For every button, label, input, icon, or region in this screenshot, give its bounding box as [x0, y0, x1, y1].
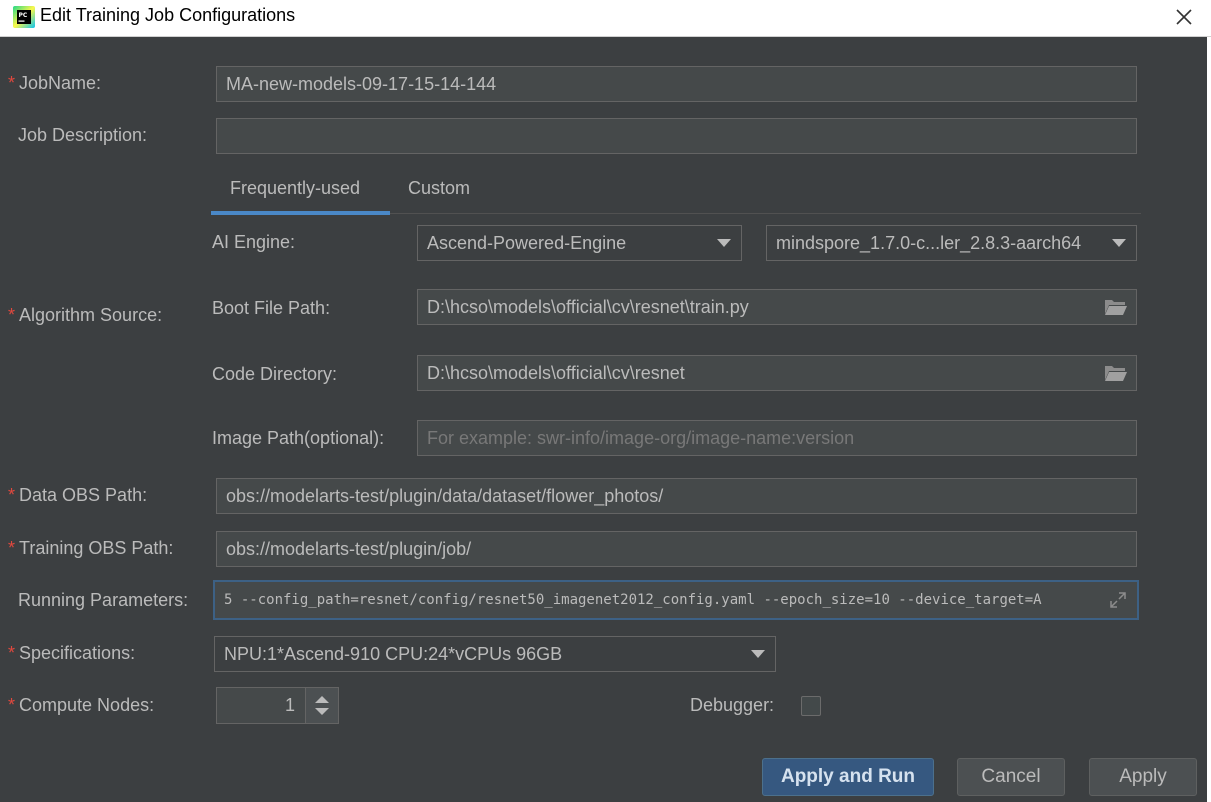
arrow-down-icon[interactable] [315, 708, 329, 715]
specifications-label: * Specifications: [8, 643, 136, 663]
tab-custom[interactable]: Custom [408, 178, 470, 199]
training-obs-input[interactable]: obs://modelarts-test/plugin/job/ [216, 531, 1137, 567]
expand-icon[interactable] [1109, 591, 1127, 609]
svg-text:PC: PC [19, 12, 28, 19]
debugger-label: Debugger: [690, 695, 775, 715]
boot-file-input[interactable]: D:\hcso\models\official\cv\resnet\train.… [417, 289, 1137, 325]
stepper-arrows[interactable] [305, 688, 338, 723]
code-directory-input[interactable]: D:\hcso\models\official\cv\resnet [417, 355, 1137, 391]
tab-frequently-used[interactable]: Frequently-used [230, 178, 360, 199]
close-icon[interactable] [1170, 3, 1198, 31]
algorithm-source-label: * Algorithm Source: [8, 305, 163, 325]
debugger-checkbox[interactable] [801, 696, 821, 716]
window-edge [1207, 37, 1211, 802]
apply-button[interactable]: Apply [1089, 758, 1197, 796]
ai-engine-select[interactable]: Ascend-Powered-Engine [417, 225, 742, 261]
job-description-input[interactable] [216, 118, 1137, 154]
image-path-input[interactable]: For example: swr-info/image-org/image-na… [417, 420, 1137, 456]
data-obs-input[interactable]: obs://modelarts-test/plugin/data/dataset… [216, 478, 1137, 514]
training-obs-label: * Training OBS Path: [8, 538, 174, 558]
arrow-up-icon[interactable] [315, 696, 329, 703]
running-parameters-input[interactable]: 5 --config_path=resnet/config/resnet50_i… [213, 580, 1139, 620]
compute-nodes-stepper[interactable]: 1 [216, 687, 339, 724]
apply-and-run-button[interactable]: Apply and Run [762, 758, 934, 796]
algorithm-tabs: Frequently-used Custom [211, 170, 1141, 215]
folder-icon[interactable] [1104, 298, 1128, 316]
compute-nodes-value[interactable]: 1 [217, 688, 305, 723]
chevron-down-icon [1112, 239, 1126, 247]
pycharm-icon: PC [13, 6, 35, 28]
cancel-button[interactable]: Cancel [957, 758, 1065, 796]
data-obs-label: * Data OBS Path: [8, 485, 148, 505]
specifications-select[interactable]: NPU:1*Ascend-910 CPU:24*vCPUs 96GB [214, 636, 776, 672]
jobname-label: * JobName: [8, 73, 102, 93]
jobname-input[interactable]: MA-new-models-09-17-15-14-144 [216, 66, 1137, 102]
engine-version-select[interactable]: mindspore_1.7.0-c...ler_2.8.3-aarch64 [766, 225, 1137, 261]
code-directory-label: Code Directory: [212, 364, 338, 384]
title-bar: PC Edit Training Job Configurations [0, 0, 1211, 37]
compute-nodes-label: * Compute Nodes: [8, 695, 155, 715]
folder-icon[interactable] [1104, 364, 1128, 382]
chevron-down-icon [717, 239, 731, 247]
boot-file-label: Boot File Path: [212, 298, 331, 318]
running-parameters-label: Running Parameters: [18, 590, 189, 610]
active-tab-indicator [211, 211, 390, 215]
image-path-label: Image Path(optional): [212, 428, 385, 448]
job-description-label: Job Description: [18, 125, 148, 145]
chevron-down-icon [751, 650, 765, 658]
window-title: Edit Training Job Configurations [40, 5, 296, 25]
ai-engine-label: AI Engine: [212, 232, 296, 252]
